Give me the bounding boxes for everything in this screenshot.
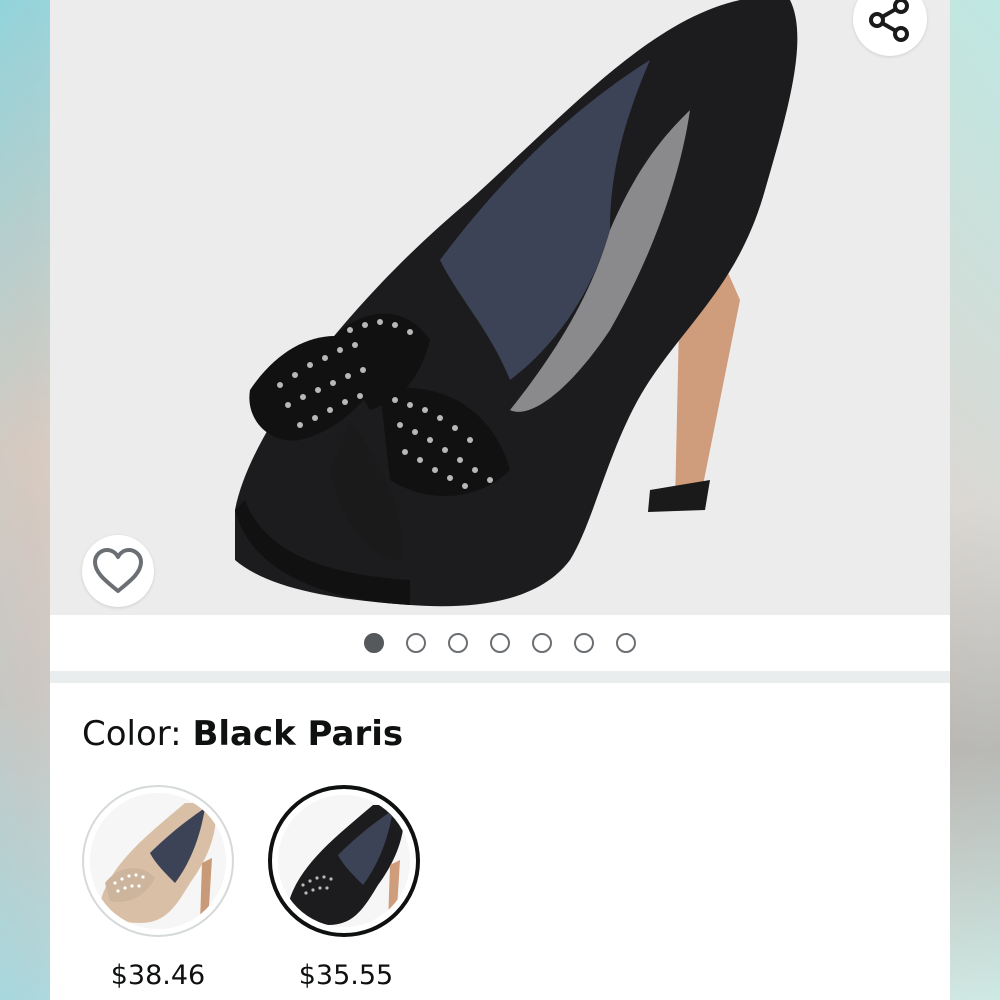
share-icon [869,0,909,42]
color-value: Black Paris [192,714,404,754]
swatch-thumbnail-tan [90,793,226,929]
background-right-edge [950,0,1000,1000]
carousel-dot[interactable] [406,633,426,653]
section-divider [50,671,950,683]
swatch-price: $35.55 [298,960,394,991]
swatch-thumbnail-black [278,795,410,927]
carousel-dot[interactable] [364,633,384,653]
product-image [235,0,798,607]
product-page: Color: Black Paris $38.46 $35.55 [50,0,950,1000]
wishlist-button[interactable] [82,535,154,607]
color-swatch-tan[interactable] [82,785,234,937]
color-label-prefix: Color: [82,714,193,754]
carousel-dot[interactable] [574,633,594,653]
swatch-price: $38.46 [110,960,206,991]
carousel-dot[interactable] [490,633,510,653]
product-image-carousel[interactable] [50,0,950,615]
carousel-dot[interactable] [448,633,468,653]
heart-icon [93,548,143,593]
carousel-dot[interactable] [616,633,636,653]
color-swatch-black[interactable] [268,785,420,937]
color-selection-label: Color: Black Paris [82,714,403,754]
carousel-pagination [50,615,950,671]
carousel-dot[interactable] [532,633,552,653]
background-left-edge [0,0,50,1000]
